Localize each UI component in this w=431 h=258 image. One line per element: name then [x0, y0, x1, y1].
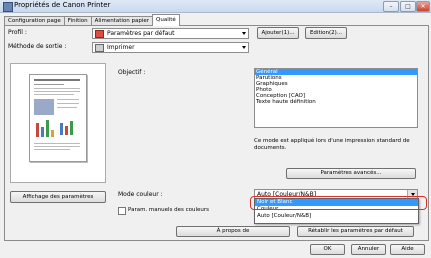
profile-label: Profil :	[8, 29, 27, 36]
color-mode-label: Mode couleur :	[118, 191, 163, 198]
restore-defaults-button[interactable]: Rétablir les paramètres par défaut	[297, 226, 414, 237]
output-method-value: Imprimer	[107, 44, 135, 51]
printer-app-icon	[3, 2, 13, 12]
manual-color-label: Param. manuels des couleurs	[128, 207, 210, 213]
minimize-button[interactable]: –	[383, 1, 399, 12]
printer-icon	[95, 44, 104, 52]
preview-page-image	[29, 74, 87, 162]
profile-select[interactable]: Paramètres par défaut	[92, 28, 249, 39]
advanced-settings-button[interactable]: Paramètres avancés...	[286, 168, 416, 179]
chevron-down-icon	[242, 32, 246, 35]
help-button[interactable]: Aide	[390, 244, 425, 255]
tab-bar: Configuration page Finition Alimentation…	[4, 14, 180, 26]
objective-description: Ce mode est appliqué lors d'une impressi…	[254, 138, 410, 151]
page-preview	[10, 63, 106, 183]
window-title: Propriétés de Canon Printer	[14, 1, 111, 9]
add-profile-button[interactable]: Ajouter(1)...	[257, 27, 299, 39]
highlight-ring	[250, 196, 427, 210]
cancel-button[interactable]: Annuler	[351, 244, 386, 255]
list-item[interactable]: Texte haute définition	[255, 99, 417, 105]
manual-color-checkbox[interactable]	[118, 207, 126, 215]
tab-quality[interactable]: Qualité	[152, 14, 180, 26]
chevron-down-icon	[242, 46, 246, 49]
show-settings-button[interactable]: Affichage des paramètres	[10, 191, 106, 203]
edit-profile-button[interactable]: Edition(2)...	[305, 27, 347, 39]
output-method-select[interactable]: Imprimer	[92, 42, 249, 53]
profile-value: Paramètres par défaut	[107, 30, 175, 37]
maximize-button[interactable]: □	[400, 1, 416, 12]
objective-listbox[interactable]: Général Parutions Graphiques Photo Conce…	[254, 68, 418, 128]
option-auto-color[interactable]: Auto [Couleur/N&B]	[255, 213, 418, 220]
ok-button[interactable]: OK	[310, 244, 345, 255]
objective-label: Objectif :	[118, 69, 146, 76]
title-bar: Propriétés de Canon Printer – □ ✕	[0, 0, 431, 13]
close-button[interactable]: ✕	[416, 1, 430, 12]
profile-icon	[95, 30, 104, 38]
output-method-label: Méthode de sortie :	[8, 43, 67, 50]
about-button[interactable]: À propos de	[176, 226, 290, 237]
